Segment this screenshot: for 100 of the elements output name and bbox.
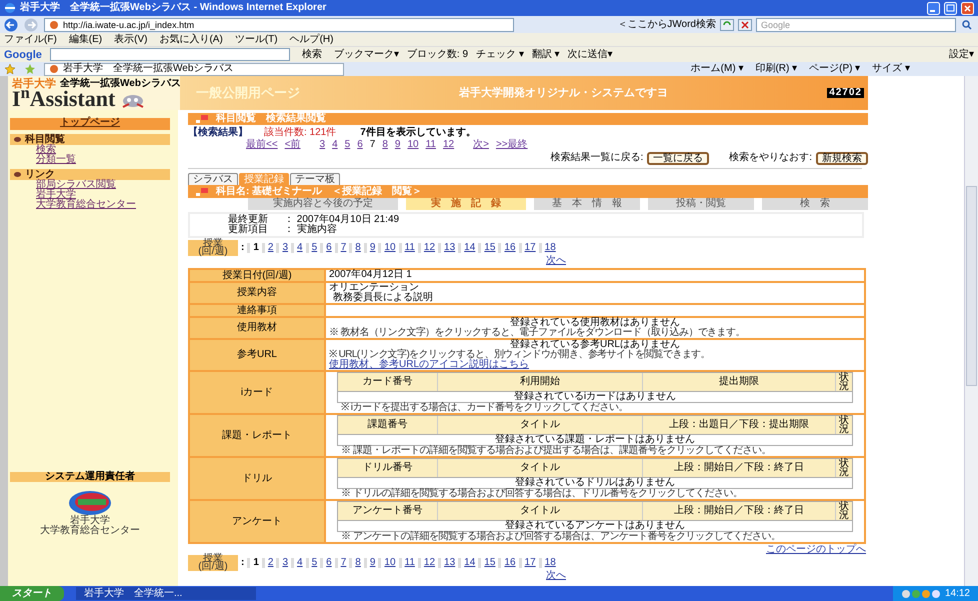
page-top-link[interactable]: このページのトップへ xyxy=(766,545,866,555)
pager-link[interactable]: 3 xyxy=(320,140,326,150)
stop-icon xyxy=(738,18,752,30)
page-link[interactable]: 6 xyxy=(320,558,335,568)
page-link[interactable]: 2 xyxy=(262,558,276,568)
page-link[interactable]: 15 xyxy=(478,243,498,253)
menu-item[interactable]: お気に入り(A) xyxy=(159,34,223,44)
pager-link[interactable]: 10 xyxy=(407,140,419,150)
page-link[interactable]: 14 xyxy=(458,243,478,253)
page-link[interactable]: 8 xyxy=(349,243,364,253)
page-link[interactable]: 16 xyxy=(498,558,519,568)
pager-link[interactable]: 8 xyxy=(382,140,388,150)
pager-link[interactable]: 9 xyxy=(394,140,400,150)
page-link[interactable]: 2 xyxy=(262,243,276,253)
back-button[interactable]: 一覧に戻る xyxy=(647,152,710,164)
page-link[interactable]: 4 xyxy=(291,558,306,568)
page-link[interactable]: 7 xyxy=(334,243,350,253)
menu-item[interactable]: 表示(V) xyxy=(114,34,148,44)
subtab[interactable]: 基 本 情 報 xyxy=(534,198,640,210)
refresh-icon xyxy=(720,18,734,30)
page-link[interactable]: 15 xyxy=(478,558,498,568)
page-link[interactable]: 10 xyxy=(378,243,399,253)
pager-link[interactable]: 12 xyxy=(442,140,454,150)
help-link[interactable]: 使用教材、参考URLのアイコン説明はこちら xyxy=(329,360,530,370)
command-button[interactable]: 印刷(R) ▾ xyxy=(755,64,798,74)
page-link[interactable]: 14 xyxy=(458,558,478,568)
column-header: アンケート番号 xyxy=(338,502,438,520)
scrollbar-thumb[interactable] xyxy=(966,186,977,386)
page-link[interactable]: 7 xyxy=(334,558,350,568)
toolbar-button[interactable]: チェック ▾ xyxy=(476,50,524,60)
page-link[interactable]: 10 xyxy=(378,558,399,568)
address-field[interactable]: http://ia.iwate-u.ac.jp/i_index.htm xyxy=(44,18,514,32)
sidebar-link[interactable]: 検索 xyxy=(36,145,56,155)
command-button[interactable]: ホーム(M) ▾ xyxy=(690,64,744,74)
subtab[interactable]: 実施内容と今後の予定 xyxy=(248,198,398,210)
page-link[interactable]: 11 xyxy=(398,243,418,253)
page-link[interactable]: 6 xyxy=(320,243,335,253)
pager-link[interactable]: <前 xyxy=(284,140,301,150)
column-header: 状況 xyxy=(836,459,852,477)
page-link[interactable]: 16 xyxy=(498,243,519,253)
scrollbar[interactable] xyxy=(964,76,978,586)
tab[interactable]: シラバス xyxy=(188,173,238,185)
menu-item[interactable]: ヘルプ(H) xyxy=(290,34,334,44)
page-link[interactable]: 17 xyxy=(518,558,539,568)
page-link[interactable]: 4 xyxy=(291,243,306,253)
page-link[interactable]: 9 xyxy=(364,558,378,568)
pager-link[interactable]: 次> xyxy=(473,140,489,150)
sidebar-link[interactable]: 部局シラバス閲覧 xyxy=(36,180,116,190)
pager-link[interactable]: >>最終 xyxy=(496,140,528,150)
page-link[interactable]: 12 xyxy=(418,243,438,253)
subtab[interactable]: 検 索 xyxy=(762,198,868,210)
sidebar-link[interactable]: 大学教育総合センター xyxy=(36,200,136,210)
settings-button[interactable]: 設定▾ xyxy=(949,50,974,60)
taskbar-button[interactable]: 岩手大学 全学統一... xyxy=(76,587,256,600)
forward-icon xyxy=(24,18,40,32)
pager-link[interactable]: 11 xyxy=(426,140,436,150)
sidebar-link[interactable]: 分類一覧 xyxy=(36,155,76,165)
page-link[interactable]: 5 xyxy=(306,558,320,568)
page-link[interactable]: 3 xyxy=(276,558,292,568)
command-button[interactable]: ページ(P) ▾ xyxy=(809,64,860,74)
tab[interactable]: テーマ板 xyxy=(290,173,340,185)
next-link[interactable]: 次へ xyxy=(546,571,566,581)
toolbar-button[interactable]: ブロック数: 9 xyxy=(406,50,468,60)
university-name: 岩手大学 xyxy=(12,79,56,89)
page-link[interactable]: 11 xyxy=(398,558,418,568)
info-value: ： 実施内容 xyxy=(284,225,337,235)
sidebar-link[interactable]: 岩手大学 xyxy=(36,190,76,200)
google-search-field[interactable] xyxy=(50,48,290,61)
menu-item[interactable]: 編集(E) xyxy=(68,34,102,44)
page-link[interactable]: 13 xyxy=(438,558,458,568)
toolbar-button[interactable]: ブックマーク▾ xyxy=(334,50,399,60)
start-button[interactable]: スタート xyxy=(0,586,64,601)
page-link[interactable]: 18 xyxy=(538,558,559,568)
page-link[interactable]: 8 xyxy=(349,558,364,568)
page-link[interactable]: 12 xyxy=(418,558,438,568)
toolbar-button[interactable]: 次に送信▾ xyxy=(568,50,613,60)
page-link[interactable]: 17 xyxy=(518,243,539,253)
page-link[interactable]: 18 xyxy=(538,243,559,253)
new-search-button[interactable]: 新規検索 xyxy=(816,152,868,164)
sidebar-link[interactable]: トップページ xyxy=(10,118,170,130)
google-search-button[interactable]: 検索 xyxy=(298,50,326,60)
toolbar-button[interactable]: 翻訳 ▾ xyxy=(532,50,560,60)
column-header: 利用開始 xyxy=(438,373,643,391)
next-link[interactable]: 次へ xyxy=(546,256,566,266)
search-icon xyxy=(960,18,974,30)
pager-link[interactable]: 4 xyxy=(332,140,338,150)
page-link[interactable]: 5 xyxy=(306,243,320,253)
search-field[interactable]: Google xyxy=(756,18,956,32)
subtab[interactable]: 投稿・閲覧 xyxy=(648,198,754,210)
pager-link[interactable]: 最前<< xyxy=(246,140,278,150)
command-button[interactable]: サイズ ▾ xyxy=(872,64,910,74)
page-link[interactable]: 3 xyxy=(276,243,292,253)
session-nav-label: 授業 (回/週) xyxy=(188,240,238,256)
page-link[interactable]: 13 xyxy=(438,243,458,253)
page-link[interactable]: 9 xyxy=(364,243,378,253)
pager-link[interactable]: 6 xyxy=(357,140,363,150)
browser-tab[interactable]: 岩手大学 全学統一拡張Webシラバス xyxy=(44,62,344,76)
menu-item[interactable]: ツール(T) xyxy=(234,34,278,44)
menu-item[interactable]: ファイル(F) xyxy=(4,34,57,44)
pager-link[interactable]: 5 xyxy=(344,140,350,150)
